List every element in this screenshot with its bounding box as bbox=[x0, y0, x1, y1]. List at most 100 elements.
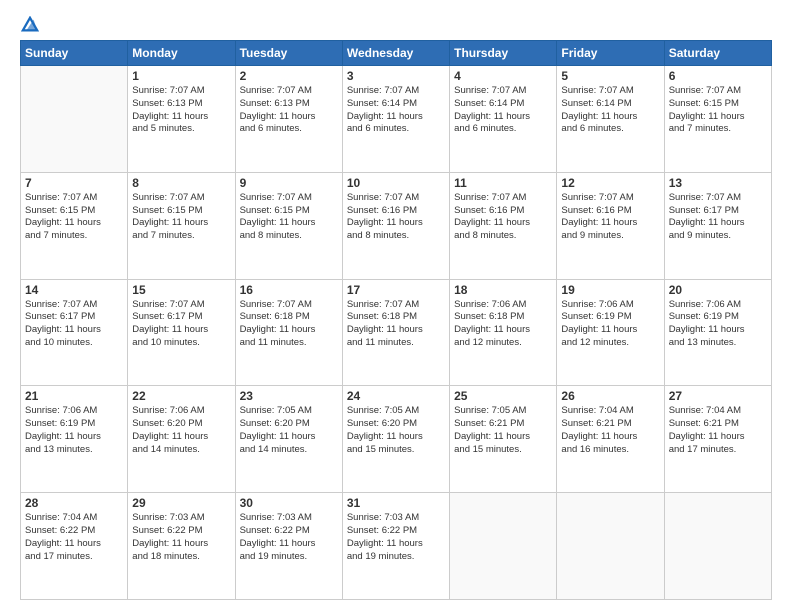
calendar-week-row: 21Sunrise: 7:06 AMSunset: 6:19 PMDayligh… bbox=[21, 386, 772, 493]
calendar-day-cell: 29 Sunrise: 7:03 AMSunset: 6:22 PMDayligh… bbox=[128, 493, 235, 600]
day-number: 25 bbox=[454, 389, 552, 403]
calendar-day-cell: 16 Sunrise: 7:07 AMSunset: 6:18 PMDayligh… bbox=[235, 279, 342, 386]
calendar-day-cell: 31Sunrise: 7:03 AMSunset: 6:22 PMDayligh… bbox=[342, 493, 449, 600]
calendar-header-day: Friday bbox=[557, 41, 664, 66]
calendar-day-cell bbox=[21, 66, 128, 173]
day-info: Sunrise: 7:07 AMSunset: 6:13 PMDaylight:… bbox=[132, 85, 230, 136]
calendar-day-cell: 6 Sunrise: 7:07 AMSunset: 6:15 PMDaylight… bbox=[664, 66, 771, 173]
day-number: 10 bbox=[347, 176, 445, 190]
day-number: 17 bbox=[347, 283, 445, 297]
calendar-day-cell: 8 Sunrise: 7:07 AMSunset: 6:15 PMDaylight… bbox=[128, 172, 235, 279]
day-info: Sunrise: 7:04 AMSunset: 6:21 PMDaylight:… bbox=[669, 405, 767, 456]
day-info: Sunrise: 7:05 AMSunset: 6:20 PMDaylight:… bbox=[240, 405, 338, 456]
calendar-day-cell: 23 Sunrise: 7:05 AMSunset: 6:20 PMDayligh… bbox=[235, 386, 342, 493]
calendar-week-row: 28Sunrise: 7:04 AMSunset: 6:22 PMDayligh… bbox=[21, 493, 772, 600]
calendar-day-cell: 12 Sunrise: 7:07 AMSunset: 6:16 PMDayligh… bbox=[557, 172, 664, 279]
page: SundayMondayTuesdayWednesdayThursdayFrid… bbox=[0, 0, 792, 612]
day-number: 26 bbox=[561, 389, 659, 403]
day-info: Sunrise: 7:03 AMSunset: 6:22 PMDaylight:… bbox=[132, 512, 230, 563]
day-info: Sunrise: 7:07 AMSunset: 6:18 PMDaylight:… bbox=[347, 299, 445, 350]
day-number: 27 bbox=[669, 389, 767, 403]
day-number: 23 bbox=[240, 389, 338, 403]
calendar-header-day: Monday bbox=[128, 41, 235, 66]
day-number: 3 bbox=[347, 69, 445, 83]
day-number: 12 bbox=[561, 176, 659, 190]
day-number: 7 bbox=[25, 176, 123, 190]
calendar-day-cell: 10 Sunrise: 7:07 AMSunset: 6:16 PMDayligh… bbox=[342, 172, 449, 279]
calendar-day-cell: 18Sunrise: 7:06 AMSunset: 6:18 PMDayligh… bbox=[450, 279, 557, 386]
calendar-header-row: SundayMondayTuesdayWednesdayThursdayFrid… bbox=[21, 41, 772, 66]
day-info: Sunrise: 7:07 AMSunset: 6:15 PMDaylight:… bbox=[25, 192, 123, 243]
day-info: Sunrise: 7:07 AMSunset: 6:14 PMDaylight:… bbox=[347, 85, 445, 136]
day-info: Sunrise: 7:07 AMSunset: 6:15 PMDaylight:… bbox=[132, 192, 230, 243]
calendar-day-cell: 4 Sunrise: 7:07 AMSunset: 6:14 PMDaylight… bbox=[450, 66, 557, 173]
day-info: Sunrise: 7:07 AMSunset: 6:18 PMDaylight:… bbox=[240, 299, 338, 350]
day-number: 13 bbox=[669, 176, 767, 190]
calendar-day-cell: 26 Sunrise: 7:04 AMSunset: 6:21 PMDayligh… bbox=[557, 386, 664, 493]
day-number: 1 bbox=[132, 69, 230, 83]
day-number: 22 bbox=[132, 389, 230, 403]
calendar-day-cell: 19 Sunrise: 7:06 AMSunset: 6:19 PMDayligh… bbox=[557, 279, 664, 386]
day-number: 14 bbox=[25, 283, 123, 297]
day-info: Sunrise: 7:07 AMSunset: 6:14 PMDaylight:… bbox=[454, 85, 552, 136]
day-number: 8 bbox=[132, 176, 230, 190]
calendar-day-cell: 9Sunrise: 7:07 AMSunset: 6:15 PMDaylight… bbox=[235, 172, 342, 279]
calendar-day-cell: 28Sunrise: 7:04 AMSunset: 6:22 PMDayligh… bbox=[21, 493, 128, 600]
calendar-day-cell bbox=[450, 493, 557, 600]
day-number: 21 bbox=[25, 389, 123, 403]
day-info: Sunrise: 7:06 AMSunset: 6:19 PMDaylight:… bbox=[561, 299, 659, 350]
day-info: Sunrise: 7:07 AMSunset: 6:14 PMDaylight:… bbox=[561, 85, 659, 136]
calendar-day-cell: 11Sunrise: 7:07 AMSunset: 6:16 PMDayligh… bbox=[450, 172, 557, 279]
day-info: Sunrise: 7:07 AMSunset: 6:16 PMDaylight:… bbox=[561, 192, 659, 243]
calendar-header-day: Wednesday bbox=[342, 41, 449, 66]
day-info: Sunrise: 7:07 AMSunset: 6:17 PMDaylight:… bbox=[25, 299, 123, 350]
calendar-day-cell: 25 Sunrise: 7:05 AMSunset: 6:21 PMDayligh… bbox=[450, 386, 557, 493]
day-info: Sunrise: 7:05 AMSunset: 6:20 PMDaylight:… bbox=[347, 405, 445, 456]
day-info: Sunrise: 7:05 AMSunset: 6:21 PMDaylight:… bbox=[454, 405, 552, 456]
calendar-day-cell: 30 Sunrise: 7:03 AMSunset: 6:22 PMDayligh… bbox=[235, 493, 342, 600]
calendar-day-cell: 27 Sunrise: 7:04 AMSunset: 6:21 PMDayligh… bbox=[664, 386, 771, 493]
calendar-day-cell: 3 Sunrise: 7:07 AMSunset: 6:14 PMDaylight… bbox=[342, 66, 449, 173]
calendar-header-day: Tuesday bbox=[235, 41, 342, 66]
day-number: 6 bbox=[669, 69, 767, 83]
calendar-day-cell: 21Sunrise: 7:06 AMSunset: 6:19 PMDayligh… bbox=[21, 386, 128, 493]
day-number: 5 bbox=[561, 69, 659, 83]
header bbox=[20, 16, 772, 32]
day-info: Sunrise: 7:07 AMSunset: 6:13 PMDaylight:… bbox=[240, 85, 338, 136]
calendar-day-cell: 22Sunrise: 7:06 AMSunset: 6:20 PMDayligh… bbox=[128, 386, 235, 493]
day-number: 18 bbox=[454, 283, 552, 297]
day-number: 24 bbox=[347, 389, 445, 403]
day-number: 28 bbox=[25, 496, 123, 510]
calendar-day-cell: 1 Sunrise: 7:07 AMSunset: 6:13 PMDaylight… bbox=[128, 66, 235, 173]
logo bbox=[20, 16, 39, 32]
day-info: Sunrise: 7:04 AMSunset: 6:21 PMDaylight:… bbox=[561, 405, 659, 456]
day-number: 4 bbox=[454, 69, 552, 83]
calendar-table: SundayMondayTuesdayWednesdayThursdayFrid… bbox=[20, 40, 772, 600]
day-number: 15 bbox=[132, 283, 230, 297]
calendar-day-cell: 2 Sunrise: 7:07 AMSunset: 6:13 PMDaylight… bbox=[235, 66, 342, 173]
calendar-week-row: 7 Sunrise: 7:07 AMSunset: 6:15 PMDaylight… bbox=[21, 172, 772, 279]
day-number: 2 bbox=[240, 69, 338, 83]
day-number: 20 bbox=[669, 283, 767, 297]
day-number: 31 bbox=[347, 496, 445, 510]
calendar-day-cell: 15 Sunrise: 7:07 AMSunset: 6:17 PMDayligh… bbox=[128, 279, 235, 386]
calendar-day-cell: 7 Sunrise: 7:07 AMSunset: 6:15 PMDaylight… bbox=[21, 172, 128, 279]
calendar-header-day: Thursday bbox=[450, 41, 557, 66]
day-number: 9 bbox=[240, 176, 338, 190]
day-number: 30 bbox=[240, 496, 338, 510]
calendar-day-cell: 13Sunrise: 7:07 AMSunset: 6:17 PMDayligh… bbox=[664, 172, 771, 279]
day-number: 19 bbox=[561, 283, 659, 297]
day-info: Sunrise: 7:07 AMSunset: 6:17 PMDaylight:… bbox=[132, 299, 230, 350]
day-info: Sunrise: 7:03 AMSunset: 6:22 PMDaylight:… bbox=[240, 512, 338, 563]
calendar-day-cell: 14 Sunrise: 7:07 AMSunset: 6:17 PMDayligh… bbox=[21, 279, 128, 386]
day-number: 29 bbox=[132, 496, 230, 510]
calendar-week-row: 1 Sunrise: 7:07 AMSunset: 6:13 PMDaylight… bbox=[21, 66, 772, 173]
day-info: Sunrise: 7:07 AMSunset: 6:15 PMDaylight:… bbox=[669, 85, 767, 136]
day-info: Sunrise: 7:07 AMSunset: 6:16 PMDaylight:… bbox=[347, 192, 445, 243]
calendar-day-cell: 17 Sunrise: 7:07 AMSunset: 6:18 PMDayligh… bbox=[342, 279, 449, 386]
logo-icon bbox=[21, 16, 39, 34]
calendar-header-day: Sunday bbox=[21, 41, 128, 66]
calendar-header-day: Saturday bbox=[664, 41, 771, 66]
day-number: 16 bbox=[240, 283, 338, 297]
day-number: 11 bbox=[454, 176, 552, 190]
